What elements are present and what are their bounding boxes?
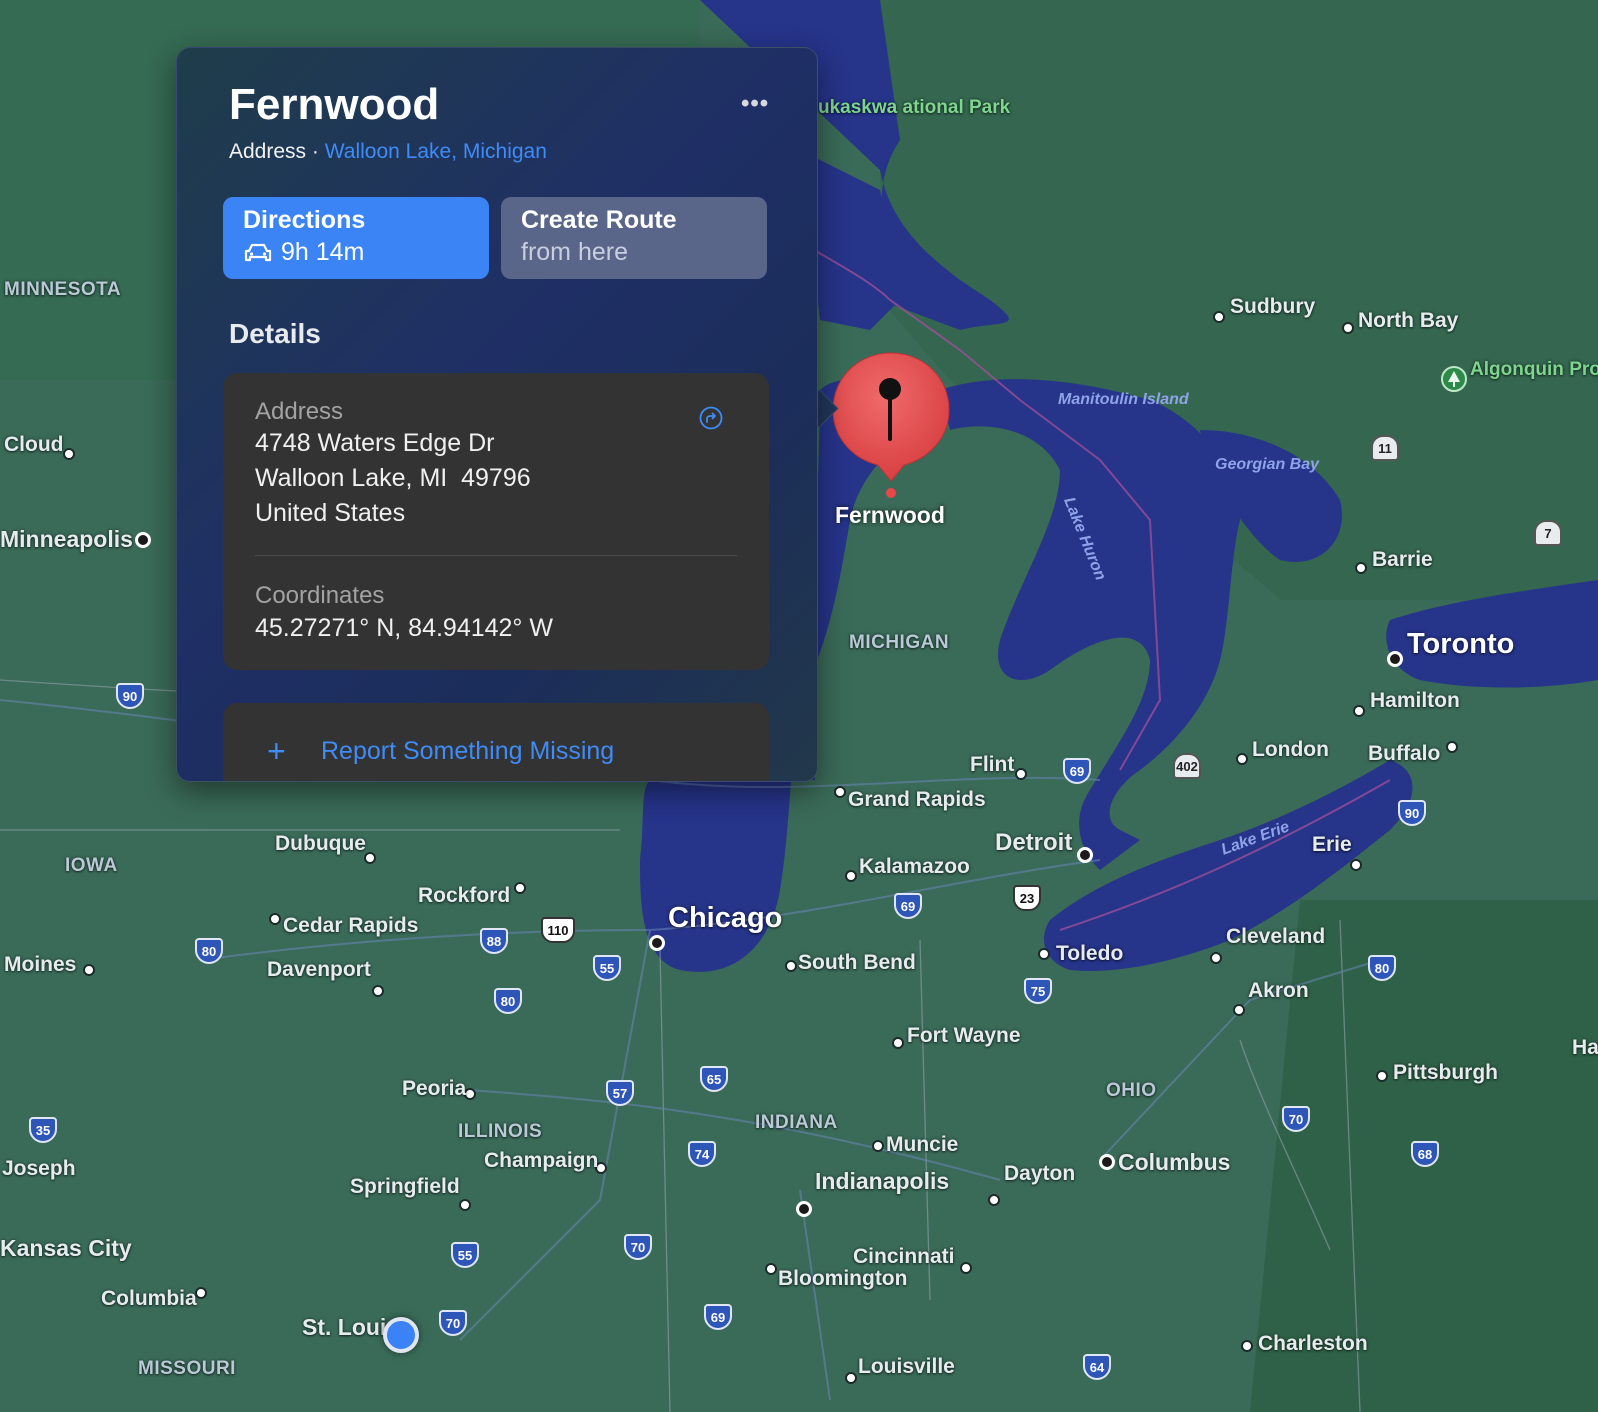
address-line-3: United States (255, 499, 406, 527)
address-label: Address (255, 398, 344, 425)
car-icon (244, 243, 272, 261)
directions-button[interactable]: Directions 9h 14m (223, 197, 489, 279)
create-route-label: Create Route (521, 206, 677, 234)
place-card: Fernwood ••• Address · Walloon Lake, Mic… (176, 47, 818, 782)
address-line-1: 4748 Waters Edge Dr (255, 429, 495, 457)
more-options-button[interactable]: ••• (741, 90, 769, 118)
address-line-2: Walloon Lake, MI 49796 (255, 464, 531, 492)
place-subtitle: Address · Walloon Lake, Michigan (229, 140, 547, 164)
share-address-icon[interactable] (699, 406, 723, 430)
subtitle-separator: · (311, 140, 319, 163)
pin-label: Fernwood (835, 502, 945, 528)
place-title: Fernwood (229, 80, 440, 129)
report-missing-button[interactable]: + Report Something Missing (223, 703, 769, 781)
create-route-sub: from here (521, 238, 628, 266)
location-pin-icon[interactable] (832, 351, 950, 501)
create-route-button[interactable]: Create Route from here (501, 197, 767, 279)
directions-label: Directions (243, 206, 366, 234)
report-missing-label: Report Something Missing (321, 737, 615, 765)
details-heading: Details (229, 318, 321, 349)
details-divider (255, 555, 737, 556)
place-locality-link[interactable]: Walloon Lake, Michigan (325, 140, 547, 163)
coordinates-label: Coordinates (255, 582, 385, 609)
place-kind: Address (229, 140, 307, 163)
current-location-dot[interactable] (383, 1317, 419, 1353)
plus-icon: + (267, 733, 286, 769)
coordinates-value: 45.27271° N, 84.94142° W (255, 614, 553, 642)
directions-time: 9h 14m (281, 238, 365, 266)
details-panel: Address 4748 Waters Edge Dr Walloon Lake… (223, 373, 769, 670)
